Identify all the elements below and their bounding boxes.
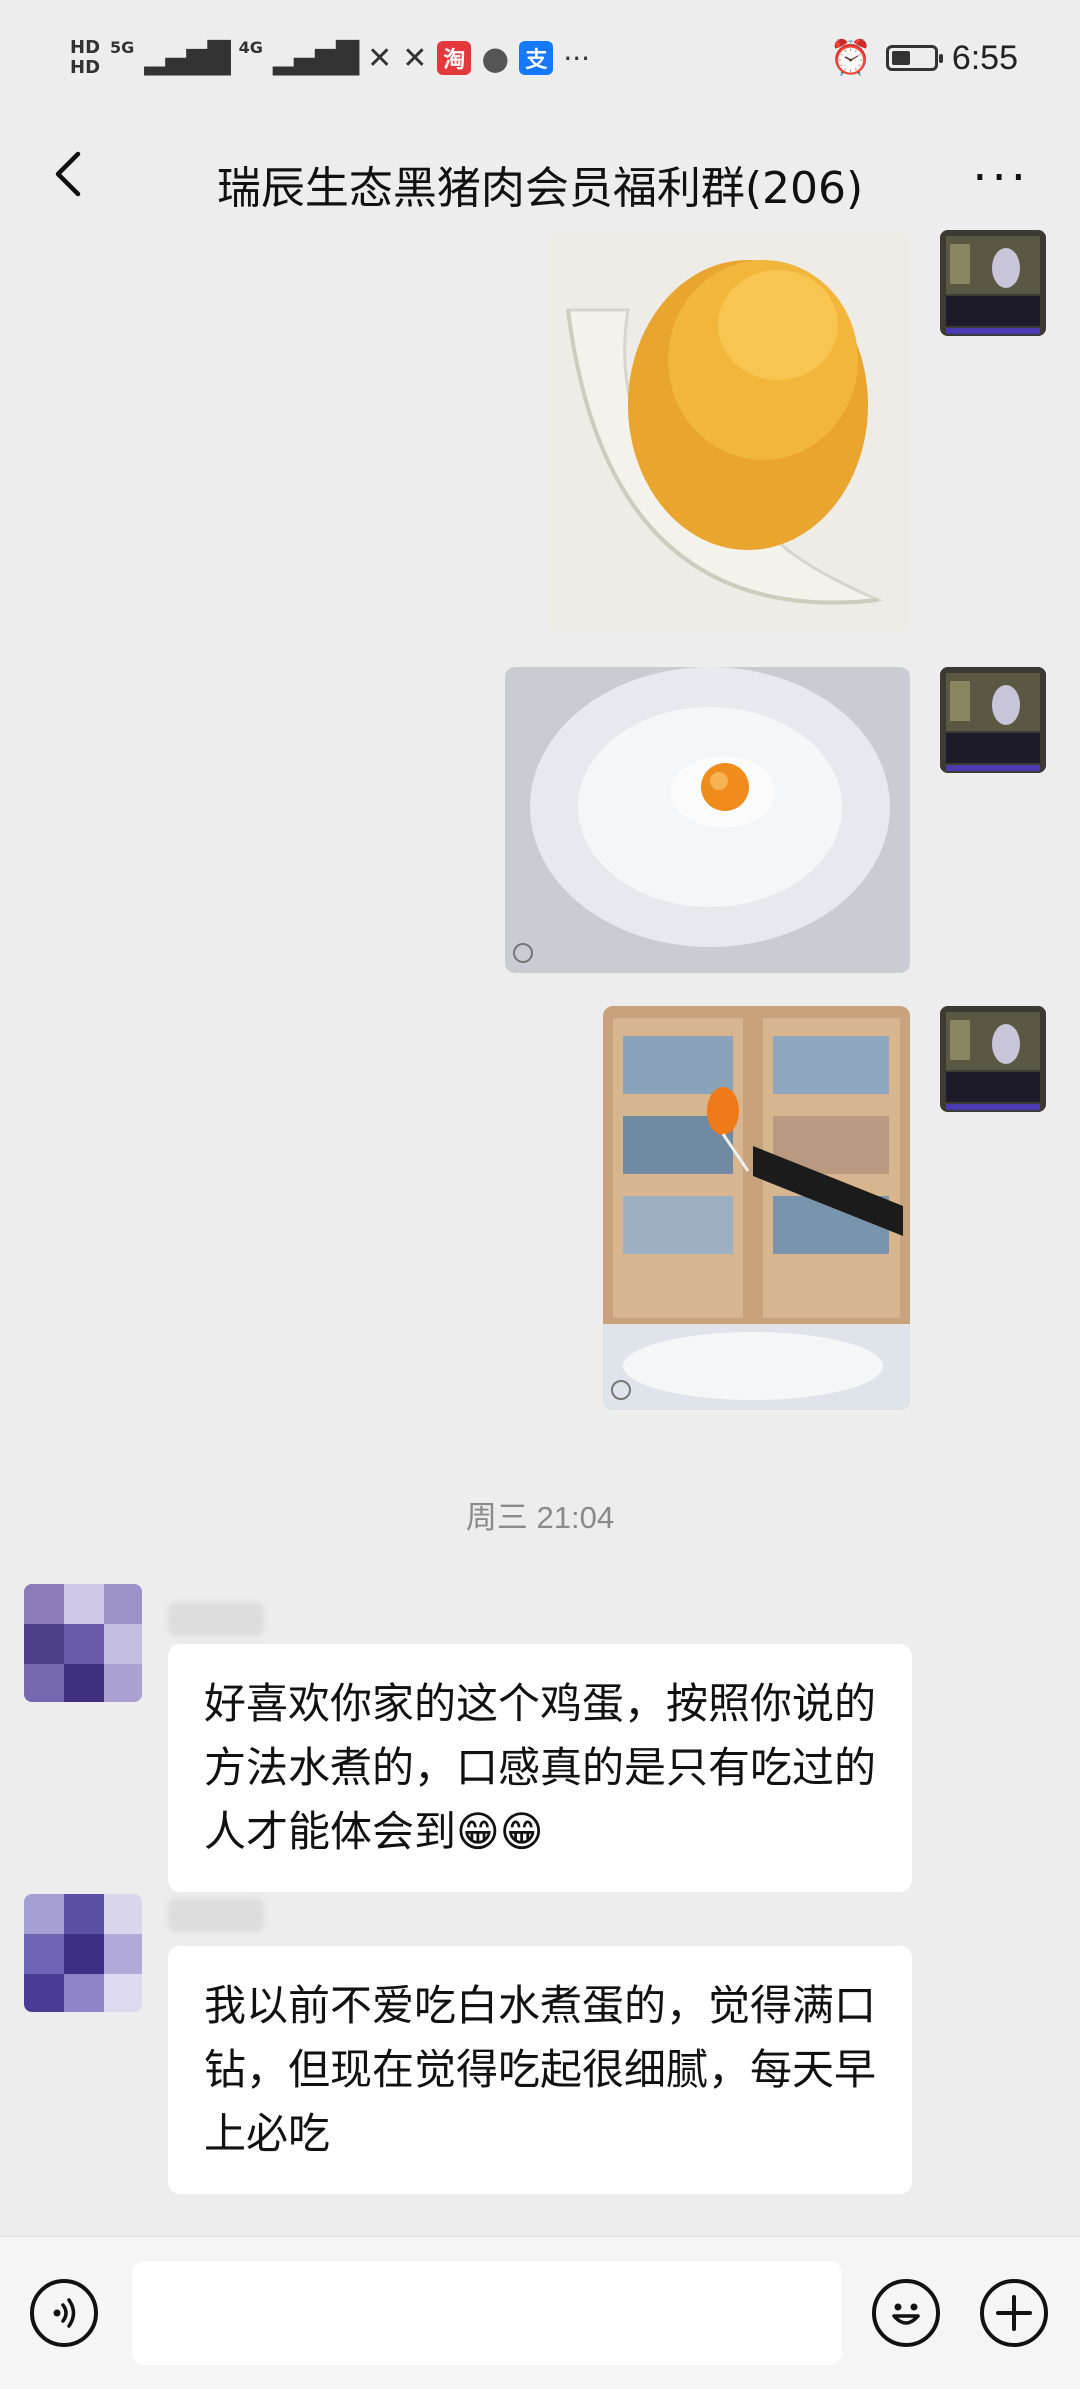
salted-egg-image: [548, 230, 910, 634]
image-message-yolk-plate[interactable]: [505, 667, 910, 973]
clock: 6:55: [951, 38, 1018, 77]
status-bar: HD HD 5G ▂▄▆█ 4G ▂▄▆█ ✕ ✕ 淘 ● 支 ··· ⏰ 6:…: [0, 0, 1080, 130]
pixelated-avatar-image: [24, 1894, 142, 2012]
my-avatar[interactable]: [940, 1006, 1046, 1112]
message-input[interactable]: [132, 2261, 842, 2365]
message-text: 好喜欢你家的这个鸡蛋，按照你说的方法水煮的，口感真的是只有吃过的人才能体会到😁😁: [204, 1679, 877, 1856]
message-bubble[interactable]: 我以前不爱吃白水煮蛋的，觉得满口钻，但现在觉得吃起很细腻，每天早上必吃: [168, 1946, 912, 2194]
sender-avatar[interactable]: [24, 1894, 142, 2012]
missed-call-icon: ✕: [367, 40, 393, 76]
pixelated-avatar-image: [24, 1584, 142, 1702]
more-functions-button[interactable]: [980, 2279, 1048, 2347]
chat-header: 瑞辰生态黑猪肉会员福利群(206) ···: [0, 130, 1080, 230]
smiley-icon: [892, 2303, 920, 2325]
missed-call-icon-2: ✕: [402, 40, 428, 76]
chat-title[interactable]: 瑞辰生态黑猪肉会员福利群(206): [0, 152, 1080, 216]
voice-icon: [53, 2298, 76, 2328]
my-avatar[interactable]: [940, 230, 1046, 336]
net2-label: 4G: [238, 38, 263, 57]
taobao-icon: 淘: [437, 41, 472, 75]
message-icon: ●: [481, 39, 510, 77]
signal-icon: ▂▄▆█: [144, 40, 230, 76]
image-message-salted-egg[interactable]: [548, 230, 910, 634]
status-left: HD HD 5G ▂▄▆█ 4G ▂▄▆█ ✕ ✕ 淘 ● 支 ···: [70, 38, 590, 78]
input-bar: [0, 2236, 1080, 2389]
plus-icon: [996, 2295, 1032, 2331]
avatar-image: [940, 230, 1046, 336]
battery-icon: [885, 45, 943, 71]
hd2-label: HD: [70, 57, 101, 78]
voice-input-button[interactable]: [30, 2279, 98, 2347]
avatar-image: [940, 667, 1046, 773]
sender-avatar[interactable]: [24, 1584, 142, 1702]
yolk-lifted-image: [603, 1006, 910, 1410]
avatar-image: [940, 1006, 1046, 1112]
net1-label: 5G: [110, 38, 135, 57]
message-bubble[interactable]: 好喜欢你家的这个鸡蛋，按照你说的方法水煮的，口感真的是只有吃过的人才能体会到😁😁: [168, 1644, 912, 1892]
more-options-button[interactable]: ···: [972, 150, 1030, 206]
my-avatar[interactable]: [940, 667, 1046, 773]
image-message-yolk-lifted[interactable]: [603, 1006, 910, 1410]
message-text: 我以前不爱吃白水煮蛋的，觉得满口钻，但现在觉得吃起很细腻，每天早上必吃: [204, 1981, 877, 2158]
yolk-plate-image: [505, 667, 910, 973]
alipay-icon: 支: [519, 41, 554, 75]
more-notifications: ···: [563, 41, 591, 75]
signal-icon-2: ▂▄▆█: [272, 40, 359, 76]
emoji-button[interactable]: [872, 2279, 940, 2347]
hd-indicator: HD HD: [70, 38, 100, 78]
time-separator: 周三 21:04: [465, 1500, 615, 1535]
hd1-label: HD: [70, 37, 101, 58]
alarm-icon: ⏰: [829, 39, 872, 77]
sender-name-blurred: [168, 1898, 264, 1932]
sender-name-blurred: [168, 1602, 264, 1636]
status-right: ⏰ 6:55: [829, 38, 1018, 78]
